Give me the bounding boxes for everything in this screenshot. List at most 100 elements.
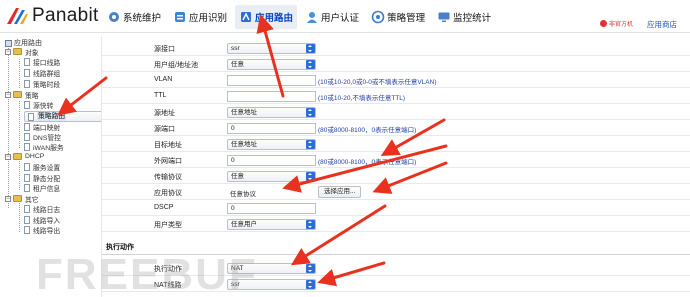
- nav-app-routing[interactable]: 应用路由: [235, 5, 298, 29]
- dscp-input[interactable]: 0: [227, 203, 316, 214]
- main-nav: 系统维护 应用识别 应用路由 用户认证 策略管理 监控统计: [103, 5, 499, 29]
- select-arrow-icon: [306, 220, 315, 229]
- user-group-select[interactable]: 任意: [227, 59, 316, 70]
- tree-item-line-import[interactable]: 线路导入: [24, 215, 61, 225]
- folder-icon: [13, 91, 22, 98]
- tree-item-lease-info[interactable]: 租户信息: [24, 183, 61, 193]
- tree-group-label: DHCP: [25, 153, 45, 160]
- tree-item-label: 线路导出: [33, 227, 61, 235]
- select-app-button[interactable]: 选择应用...: [318, 186, 362, 198]
- monitor-icon: [438, 12, 450, 22]
- collapse-icon[interactable]: −: [5, 91, 11, 98]
- tree-item-label: 租户信息: [33, 185, 61, 193]
- tree-item-interface-lines[interactable]: 接口线路: [24, 57, 60, 67]
- transport-protocol-select[interactable]: 任意: [227, 171, 316, 182]
- collapse-icon[interactable]: −: [5, 48, 11, 55]
- field-label: 应用协议: [154, 190, 182, 197]
- tree-item-iwan-service[interactable]: iWAN服务: [24, 142, 64, 152]
- tree-item-policy-periods[interactable]: 策略时段: [24, 79, 61, 89]
- tree-item-source-fastpath[interactable]: 源快转: [24, 100, 54, 110]
- collapse-icon[interactable]: −: [5, 153, 11, 160]
- app-recognition-icon: [175, 12, 186, 22]
- app-protocol-value: 任意协议: [230, 191, 256, 198]
- tree-group-policy[interactable]: − 策略: [5, 90, 39, 100]
- tree-connector: [8, 48, 9, 208]
- tree-item-dns-control[interactable]: DNS管控: [24, 132, 61, 142]
- tree-group-objects[interactable]: − 对象: [5, 47, 39, 57]
- app-store-link[interactable]: 应用商店: [647, 19, 677, 30]
- nav-label: 系统维护: [123, 13, 162, 24]
- page-icon: [24, 162, 30, 171]
- source-address-select[interactable]: 任意地址: [227, 107, 316, 118]
- collapse-icon[interactable]: −: [5, 195, 11, 202]
- tree-item-label: 线路导入: [33, 217, 61, 225]
- tree-item-port-mapping[interactable]: 端口映射: [24, 122, 61, 132]
- folder-icon: [13, 48, 22, 55]
- field-label: 目标地址: [154, 142, 182, 149]
- row-transport-protocol: 传输协议 任意: [102, 169, 690, 184]
- top-bar: Panabit 系统维护 应用识别 应用路由 用户认证 策略管理 监控统计 非官…: [0, 0, 690, 33]
- select-arrow-icon: [306, 280, 315, 289]
- nav-policy-management[interactable]: 策略管理: [367, 5, 429, 29]
- select-value: 任意用户: [231, 221, 257, 228]
- row-dscp: DSCP 0: [102, 201, 690, 216]
- tree-item-line-groups[interactable]: 线路群组: [24, 68, 61, 78]
- gear-icon: [109, 12, 119, 22]
- page-icon: [24, 225, 30, 234]
- vlan-input[interactable]: [227, 75, 316, 86]
- tree-connector: [19, 59, 20, 88]
- user-type-select[interactable]: 任意用户: [227, 219, 316, 230]
- row-external-port: 外网端口 0 (80或8000-8100，0表示任意端口): [102, 153, 690, 168]
- row-source-interface: 源接口 ssr: [102, 41, 690, 56]
- nav-label: 应用路由: [255, 13, 294, 24]
- page-icon: [24, 132, 30, 141]
- tree-item-label: 线路群组: [33, 70, 61, 78]
- select-value: 任意: [231, 61, 244, 68]
- select-arrow-icon: [306, 108, 315, 117]
- source-port-input[interactable]: 0: [227, 123, 316, 134]
- nav-monitoring[interactable]: 监控统计: [433, 5, 495, 29]
- tree-item-service-settings[interactable]: 服务设置: [24, 162, 61, 172]
- external-port-input[interactable]: 0: [227, 155, 316, 166]
- folder-icon: [13, 195, 22, 202]
- nav-label: 策略管理: [387, 13, 426, 24]
- tree-group-label: 其它: [25, 196, 39, 204]
- source-interface-select[interactable]: ssr: [227, 43, 316, 54]
- tree-item-policy-routing[interactable]: 策略路由: [24, 111, 113, 122]
- row-user-type: 用户类型 任意用户: [102, 217, 690, 232]
- tree-item-label: 线路日志: [33, 206, 61, 214]
- page-icon: [24, 215, 30, 224]
- ttl-input[interactable]: [227, 91, 316, 102]
- row-user-group: 用户组/地址池 任意: [102, 57, 690, 72]
- tree-item-label: 源快转: [33, 102, 54, 110]
- ttl-hint: (10或10-20,不填表示任意TTL): [318, 95, 406, 102]
- row-ttl: TTL (10或10-20,不填表示任意TTL): [102, 89, 690, 104]
- tree-item-line-logs[interactable]: 线路日志: [24, 204, 61, 214]
- tree-item-label: 策略时段: [33, 81, 61, 89]
- tree-group-other[interactable]: − 其它: [5, 194, 39, 204]
- tree-group-dhcp[interactable]: − DHCP: [5, 152, 44, 161]
- tree-item-label: 端口映射: [33, 124, 61, 132]
- page-icon: [5, 39, 12, 47]
- tree-item-label: 服务设置: [33, 164, 61, 172]
- nav-app-recognition[interactable]: 应用识别: [169, 5, 231, 29]
- page-icon: [24, 57, 30, 66]
- destination-address-select[interactable]: 任意地址: [227, 139, 316, 150]
- route-icon: [241, 12, 252, 22]
- nav-label: 应用识别: [189, 13, 228, 24]
- tree-connector: [19, 101, 20, 148]
- page-icon: [24, 100, 30, 109]
- row-source-address: 源地址 任意地址: [102, 105, 690, 120]
- row-vlan: VLAN (10或10-20,0或0-0或不填表示任意VLAN): [102, 73, 690, 88]
- nav-system-maintenance[interactable]: 系统维护: [103, 5, 165, 29]
- select-arrow-icon: [306, 172, 315, 181]
- nav-label: 用户认证: [321, 13, 360, 24]
- nav-user-auth[interactable]: 用户认证: [301, 5, 363, 29]
- select-value: ssr: [231, 45, 240, 52]
- official-badge-label: 非官方机: [609, 22, 634, 28]
- row-app-protocol: 应用协议 任意协议 选择应用...: [102, 185, 690, 200]
- tree-item-line-export[interactable]: 线路导出: [24, 225, 61, 235]
- field-label: DSCP: [154, 204, 174, 211]
- logo: Panabit: [5, 5, 99, 27]
- tree-item-static-allocation[interactable]: 静态分配: [24, 173, 60, 183]
